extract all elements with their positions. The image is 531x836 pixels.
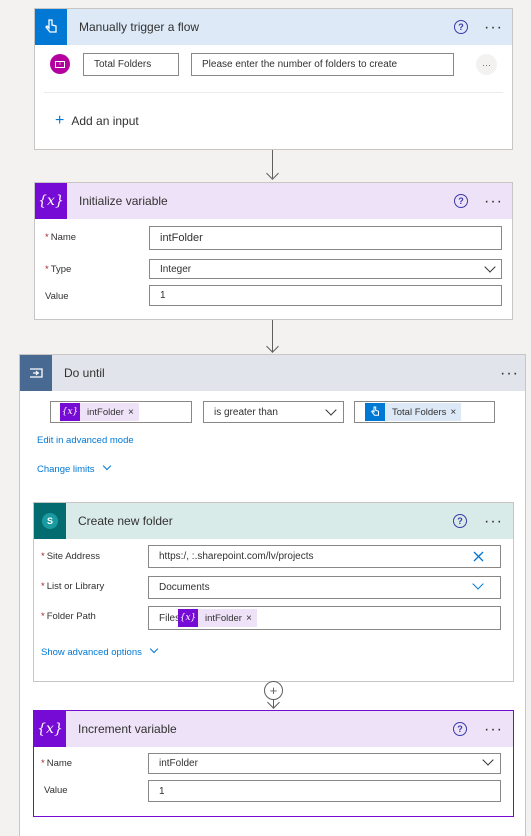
initialize-variable-header[interactable]: {x} Initialize variable ? ··· [35, 183, 512, 219]
hand-pointer-icon [35, 9, 67, 45]
required-marker: * [41, 611, 45, 622]
help-icon[interactable]: ? [454, 194, 468, 208]
more-options-icon[interactable]: ··· [484, 20, 503, 36]
hand-pointer-icon [365, 403, 385, 421]
variable-name-input[interactable]: intFolder [149, 226, 502, 250]
arrow-down-icon [266, 167, 279, 180]
list-or-library-value: Documents [159, 582, 210, 593]
sharepoint-logo: S [42, 513, 58, 529]
help-icon[interactable]: ? [453, 722, 467, 736]
variable-type-value: Integer [160, 263, 192, 275]
clear-icon[interactable] [473, 551, 484, 562]
list-or-library-label-text: List or Library [46, 581, 105, 592]
value-label: Value [45, 291, 69, 302]
chevron-down-icon [149, 644, 159, 654]
site-address-label-text: Site Address [46, 551, 101, 562]
remove-token-icon[interactable]: × [128, 407, 139, 418]
site-address-input[interactable]: https:/, :.sharepoint.com/lv/projects [148, 545, 501, 568]
token-label: intFolder [205, 612, 242, 624]
token-label: intFolder [87, 406, 124, 418]
show-advanced-options-link[interactable]: Show advanced options [41, 647, 142, 658]
trigger-title: Manually trigger a flow [79, 20, 200, 34]
name-label: * Name [41, 758, 72, 769]
trigger-input-name[interactable]: Total Folders [83, 53, 179, 76]
required-marker: * [45, 264, 49, 275]
more-options-icon[interactable]: ··· [500, 366, 519, 382]
condition-operator-value: is greater than [214, 406, 278, 418]
create-new-folder-card[interactable]: S Create new folder ? ··· * Site Address … [33, 502, 514, 682]
do-until-title: Do until [64, 366, 105, 380]
folder-path-prefix: Files [159, 612, 181, 624]
name-label-text: Name [50, 232, 77, 243]
site-address-value: https:/, :.sharepoint.com/lv/projects [159, 551, 314, 562]
more-options-icon[interactable]: ··· [484, 514, 503, 530]
chevron-down-icon [102, 461, 112, 471]
initialize-variable-card[interactable]: {x} Initialize variable ? ··· * Name intF… [34, 182, 513, 320]
variable-icon: {x} [60, 403, 80, 421]
add-an-input-label: Add an input [71, 114, 139, 128]
sharepoint-icon: S [34, 503, 66, 539]
create-new-folder-header[interactable]: S Create new folder ? ··· [34, 503, 513, 539]
more-icon: ··· [482, 59, 491, 70]
edit-advanced-mode-link[interactable]: Edit in advanced mode [37, 435, 134, 446]
divider [44, 92, 503, 93]
folder-path-label-text: Folder Path [46, 611, 96, 622]
loop-icon [20, 355, 52, 391]
trigger-card-header[interactable]: Manually trigger a flow ? ··· [35, 9, 512, 45]
intfolder-token[interactable]: {x} intFolder × [60, 403, 139, 421]
required-marker: * [41, 551, 45, 562]
help-icon[interactable]: ? [453, 514, 467, 528]
variable-icon: {x} [178, 609, 198, 627]
increment-variable-card[interactable]: {x} Increment variable ? ··· * Name intFo… [33, 710, 514, 817]
type-label: * Type [45, 264, 71, 275]
increment-variable-title: Increment variable [78, 722, 177, 736]
total-folders-token[interactable]: Total Folders × [365, 403, 462, 421]
text-input-type-icon: T [50, 54, 70, 74]
help-icon[interactable]: ? [454, 20, 468, 34]
site-address-label: * Site Address [41, 551, 100, 562]
more-options-icon[interactable]: ··· [484, 194, 503, 210]
list-or-library-label: * List or Library [41, 581, 104, 592]
variable-type-select[interactable]: Integer [149, 259, 502, 279]
input-more-button[interactable]: ··· [476, 54, 497, 75]
remove-token-icon[interactable]: × [450, 407, 461, 418]
change-limits-link[interactable]: Change limits [37, 464, 95, 475]
required-marker: * [41, 581, 45, 592]
name-label: * Name [45, 232, 76, 243]
plus-icon: + [55, 112, 65, 129]
required-marker: * [45, 232, 49, 243]
do-until-card[interactable]: Do until ··· {x} intFolder × is greater … [19, 354, 526, 836]
trigger-input-description[interactable]: Please enter the number of folders to cr… [191, 53, 454, 76]
trigger-card[interactable]: Manually trigger a flow ? ··· T Total Fo… [34, 8, 513, 150]
condition-operator-select[interactable]: is greater than [203, 401, 344, 423]
variable-icon: {x} [35, 183, 67, 219]
do-until-header[interactable]: Do until ··· [20, 355, 525, 391]
increment-name-select[interactable]: intFolder [148, 753, 501, 774]
increment-value-input[interactable]: 1 [148, 780, 501, 802]
required-marker: * [41, 758, 45, 769]
name-label-text: Name [46, 758, 73, 769]
more-options-icon[interactable]: ··· [484, 722, 503, 738]
intfolder-token[interactable]: {x} intFolder × [178, 609, 257, 627]
variable-value-input[interactable]: 1 [149, 285, 502, 306]
increment-variable-header[interactable]: {x} Increment variable ? ··· [34, 711, 513, 747]
arrow-down-icon [266, 340, 279, 353]
create-new-folder-title: Create new folder [78, 514, 173, 528]
type-label-text: Type [50, 264, 72, 275]
increment-name-value: intFolder [159, 758, 198, 769]
variable-icon: {x} [34, 711, 66, 747]
add-an-input-button[interactable]: + Add an input [55, 112, 139, 130]
value-label: Value [44, 785, 68, 796]
token-label: Total Folders [392, 406, 447, 418]
folder-path-label: * Folder Path [41, 611, 96, 622]
initialize-variable-title: Initialize variable [79, 194, 168, 208]
remove-token-icon[interactable]: × [246, 613, 257, 624]
list-or-library-select[interactable]: Documents [148, 576, 501, 599]
text-field-icon: T [55, 60, 65, 68]
